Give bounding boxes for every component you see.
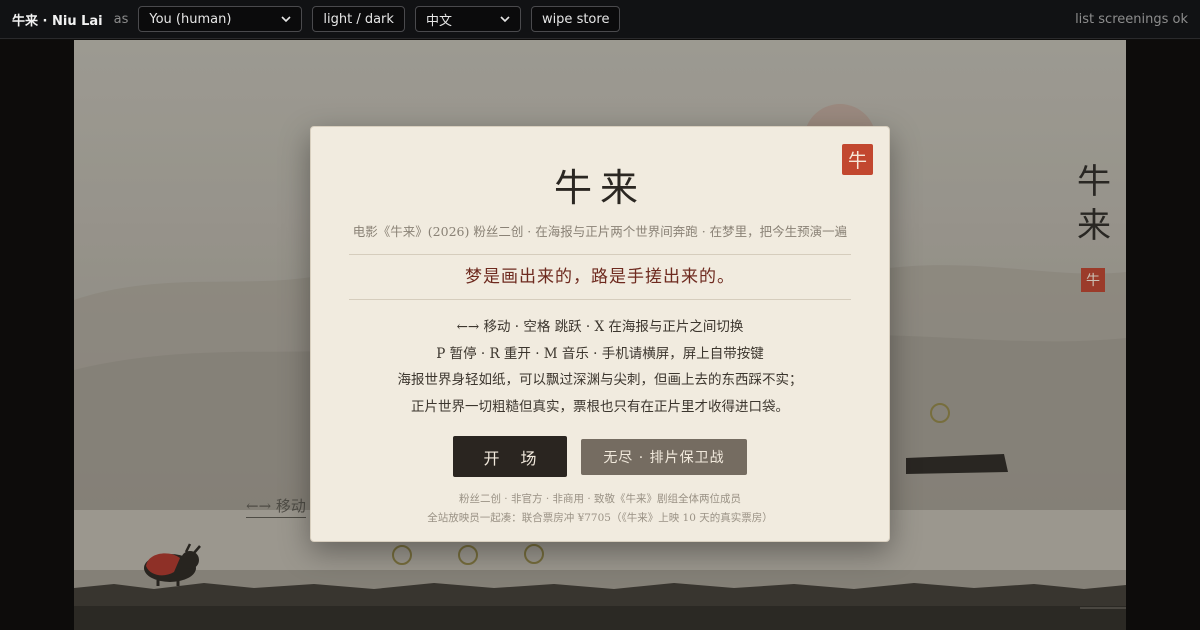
instruction-line: ←→ 移动 · 空格 跳跃 · X 在海报与正片之间切换 bbox=[456, 319, 744, 335]
wipe-store-button[interactable]: wipe store bbox=[530, 6, 621, 32]
chevron-down-icon bbox=[500, 16, 510, 23]
top-bar: 牛来 · Niu Lai as You (human) light / dark… bbox=[0, 0, 1200, 39]
game-title: 牛来 bbox=[553, 166, 646, 210]
endless-mode-button[interactable]: 无尽 · 排片保卫战 bbox=[581, 439, 747, 475]
instructions: ←→ 移动 · 空格 跳跃 · X 在海报与正片之间切换 P 暂停 · R 重开… bbox=[311, 314, 889, 420]
language-select[interactable]: 中文 bbox=[414, 6, 521, 32]
instruction-line: 海报世界身轻如纸，可以飘过深渊与尖刺，但画上去的东西踩不实； bbox=[397, 372, 803, 388]
divider bbox=[349, 299, 851, 300]
instruction-line: P 暂停 · R 重开 · M 音乐 · 手机请横屏，屏上自带按键 bbox=[436, 345, 764, 362]
footer-boxoffice: 全站放映员一起凑：联合票房冲 ¥7705（《牛来》上映 10 天的真实票房） bbox=[427, 512, 773, 524]
role-select[interactable]: You (human) bbox=[138, 6, 303, 32]
chevron-down-icon bbox=[281, 16, 291, 23]
footer-credit: 粉丝二创 · 非官方 · 非商用 · 致敬《牛来》剧组全体两位成员 bbox=[458, 493, 742, 505]
start-button[interactable]: 开 场 bbox=[453, 436, 567, 477]
brand-title: 牛来 · Niu Lai bbox=[12, 13, 103, 29]
tagline: 梦是画出来的，路是手搓出来的。 bbox=[465, 267, 735, 287]
language-select-value: 中文 bbox=[425, 13, 452, 29]
instruction-line: 正片世界一切粗糙但真实，票根也只有在正片里才收得进口袋。 bbox=[411, 398, 789, 415]
seal-stamp: 牛 bbox=[842, 144, 873, 175]
role-select-value: You (human) bbox=[149, 11, 232, 27]
wipe-store-label: wipe store bbox=[541, 11, 610, 27]
theme-toggle-label: light / dark bbox=[323, 11, 394, 27]
as-label: as bbox=[113, 11, 129, 27]
status-text: list screenings ok bbox=[1075, 11, 1188, 27]
title-modal: 牛 牛来 电影《牛来》(2026) 粉丝二创 · 在海报与正片两个世界间奔跑 ·… bbox=[310, 126, 890, 542]
modal-buttons: 开 场 无尽 · 排片保卫战 bbox=[311, 436, 889, 477]
subtitle: 电影《牛来》(2026) 粉丝二创 · 在海报与正片两个世界间奔跑 · 在梦里，… bbox=[352, 224, 848, 239]
theme-toggle-button[interactable]: light / dark bbox=[312, 6, 405, 32]
